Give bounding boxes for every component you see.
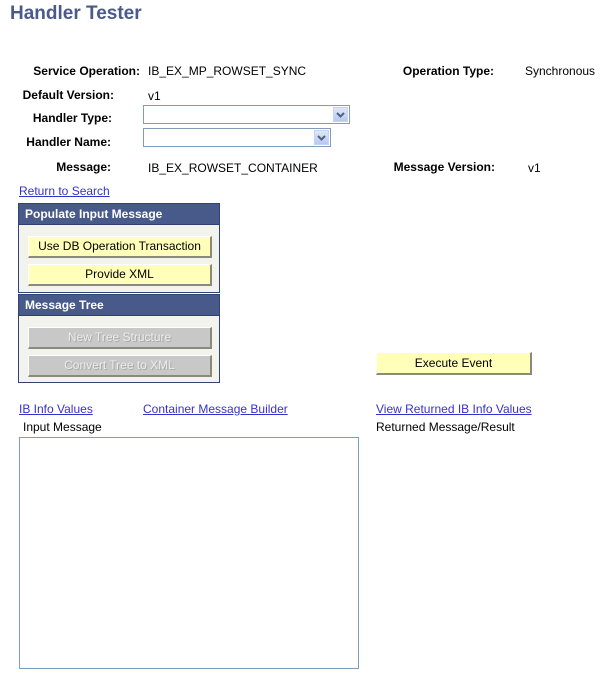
default-version-value: v1 [148,89,161,103]
container-message-builder-link[interactable]: Container Message Builder [143,402,288,416]
message-tree-header: Message Tree [19,295,219,316]
handler-name-label: Handler Name: [26,135,111,149]
ib-info-values-link[interactable]: IB Info Values [19,402,93,416]
handler-name-select[interactable] [143,128,331,147]
message-label: Message: [56,160,111,174]
message-version-value: v1 [528,161,541,175]
message-value: IB_EX_ROWSET_CONTAINER [148,161,318,175]
page-title: Handler Tester [10,3,142,24]
populate-input-message-group: Populate Input Message Use DB Operation … [18,203,220,293]
input-message-textarea[interactable] [19,437,359,669]
provide-xml-button[interactable]: Provide XML [28,264,212,286]
handler-type-select[interactable] [143,105,350,124]
chevron-down-icon[interactable] [333,107,348,122]
populate-input-message-header: Populate Input Message [19,204,219,225]
operation-type-value: Synchronous [525,64,596,78]
use-db-operation-transaction-button[interactable]: Use DB Operation Transaction [28,236,212,258]
convert-tree-to-xml-button[interactable]: Convert Tree to XML [28,355,212,377]
message-version-label: Message Version: [393,160,495,174]
return-to-search-link[interactable]: Return to Search [19,184,110,198]
service-operation-label: Service Operation: [33,64,140,78]
chevron-down-icon[interactable] [314,130,329,145]
default-version-label: Default Version: [22,88,114,102]
view-returned-ib-info-values-link[interactable]: View Returned IB Info Values [376,402,532,416]
input-message-label: Input Message [23,420,102,434]
new-tree-structure-button[interactable]: New Tree Structure [28,327,212,349]
execute-event-button[interactable]: Execute Event [376,352,532,375]
returned-message-label: Returned Message/Result [376,420,515,434]
operation-type-label: Operation Type: [402,64,494,78]
handler-type-label: Handler Type: [32,111,112,125]
service-operation-value: IB_EX_MP_ROWSET_SYNC [148,64,307,78]
message-tree-group: Message Tree New Tree Structure Convert … [18,294,220,383]
